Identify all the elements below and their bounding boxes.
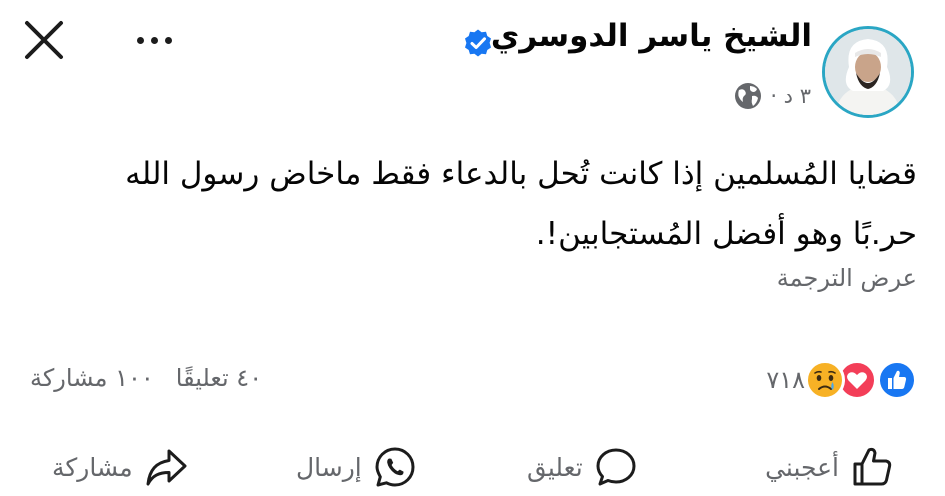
verified-badge-icon xyxy=(463,28,493,58)
globe-icon[interactable] xyxy=(734,82,762,110)
engagement-counts: ٤٠ تعليقًا ١٠٠ مشاركة xyxy=(30,364,262,392)
post-meta: ٣ د · xyxy=(734,80,811,112)
comment-label: تعليق xyxy=(527,452,583,482)
more-icon-dot xyxy=(136,36,144,44)
like-reaction-icon xyxy=(877,360,917,400)
send-label: إرسال xyxy=(296,452,362,482)
comment-icon xyxy=(596,448,636,486)
more-icon-dot xyxy=(164,36,172,44)
reactions-count: ٧١٨ xyxy=(766,366,805,394)
comment-button[interactable]: تعليق xyxy=(527,442,639,492)
reaction-icons xyxy=(805,360,917,400)
post-time[interactable]: ٣ د · xyxy=(770,84,811,108)
like-button[interactable]: أعجبني xyxy=(765,442,895,492)
shares-count[interactable]: ١٠٠ مشاركة xyxy=(30,364,154,392)
more-icon-dot xyxy=(150,36,158,44)
avatar-image xyxy=(825,29,911,115)
like-label: أعجبني xyxy=(765,452,839,482)
share-label: مشاركة xyxy=(52,452,133,482)
comments-count[interactable]: ٤٠ تعليقًا xyxy=(176,364,262,392)
close-icon xyxy=(25,21,63,59)
sad-reaction-icon xyxy=(805,360,845,400)
see-translation-link[interactable]: عرض الترجمة xyxy=(777,264,917,292)
author-name[interactable]: الشيخ ياسر الدوسري xyxy=(491,18,812,54)
close-button[interactable] xyxy=(22,18,66,62)
more-options-button[interactable] xyxy=(126,26,182,54)
post-text: قضايا المُسلمين إذا كانت تُحل بالدعاء فق… xyxy=(125,156,917,252)
share-icon xyxy=(146,449,187,486)
whatsapp-icon xyxy=(375,447,415,487)
send-button[interactable]: إرسال xyxy=(296,442,418,492)
share-button[interactable]: مشاركة xyxy=(52,442,189,492)
reactions-summary[interactable]: ٧١٨ xyxy=(766,358,917,402)
like-icon xyxy=(853,447,892,486)
avatar[interactable] xyxy=(822,26,914,118)
